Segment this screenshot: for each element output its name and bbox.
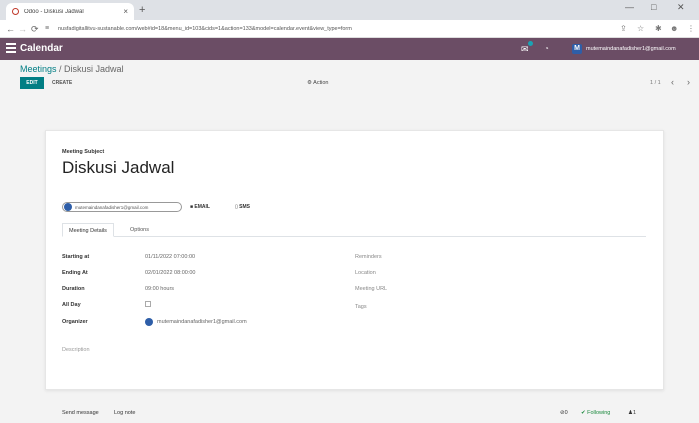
user-menu-email[interactable]: mutemaindanafadisher1@gmail.com bbox=[586, 42, 698, 56]
bookmark-star-icon[interactable]: ☆ bbox=[637, 23, 644, 35]
browser-tab-strip: Odoo - Diskusi Jadwal × + — □ ✕ bbox=[0, 0, 699, 20]
close-window-icon[interactable]: ✕ bbox=[677, 2, 685, 13]
log-note-button[interactable]: Log note bbox=[114, 409, 135, 417]
tab-options[interactable]: Options bbox=[124, 223, 155, 237]
tab-meeting-details[interactable]: Meeting Details bbox=[62, 223, 114, 237]
ending-at-label: Ending At bbox=[62, 270, 88, 276]
breadcrumb-current: Diskusi Jadwal bbox=[64, 64, 124, 74]
duration-label: Duration bbox=[62, 286, 85, 292]
form-tabs: Meeting Details Options bbox=[62, 223, 646, 237]
organizer-avatar bbox=[145, 318, 153, 326]
pager-value[interactable]: 1 / 1 bbox=[650, 77, 661, 89]
meeting-subject-title: Diskusi Jadwal bbox=[62, 158, 175, 177]
all-day-label: All Day bbox=[62, 302, 81, 308]
tags-label: Tags bbox=[355, 304, 367, 310]
followers-count: 1 bbox=[632, 410, 636, 416]
edit-button[interactable]: EDIT bbox=[20, 77, 44, 89]
site-info-icon[interactable]: ≡ bbox=[45, 23, 49, 35]
app-navbar: Calendar ✉ ◔ M mutemaindanafadisher1@gma… bbox=[0, 38, 699, 60]
following-button[interactable]: ✔ Following bbox=[581, 409, 610, 417]
ending-at-value: 02/01/2022 08:00:00 bbox=[145, 270, 196, 276]
attachments-count: 0 bbox=[564, 410, 568, 416]
user-avatar[interactable]: M bbox=[572, 44, 582, 54]
back-icon[interactable]: ← bbox=[6, 23, 15, 35]
starting-at-value: 01/11/2022 07:00:00 bbox=[145, 254, 196, 260]
extensions-icon[interactable]: ✱ bbox=[655, 23, 662, 35]
sms-button[interactable]: ▯ SMS bbox=[235, 202, 250, 212]
attendee-avatar bbox=[64, 203, 72, 211]
meeting-subject-label: Meeting Subject bbox=[62, 149, 105, 155]
browser-tab[interactable]: Odoo - Diskusi Jadwal × bbox=[6, 3, 134, 20]
action-menu-button[interactable]: ⚙ Action bbox=[307, 77, 328, 89]
organizer-label: Organizer bbox=[62, 319, 88, 325]
chat-badge bbox=[528, 41, 533, 46]
new-tab-icon[interactable]: + bbox=[139, 3, 145, 17]
apps-menu-icon[interactable] bbox=[6, 43, 16, 53]
meeting-url-label: Meeting URL bbox=[355, 286, 388, 292]
duration-value: 09:00 hours bbox=[145, 286, 175, 292]
attendee-email: mutemaindanafadisher1@gmail.com bbox=[75, 204, 149, 210]
attachments-button[interactable]: ⊘0 bbox=[560, 409, 568, 417]
description-field[interactable]: Description bbox=[62, 347, 90, 353]
profile-icon[interactable]: ☻ bbox=[670, 23, 678, 35]
organizer-value[interactable]: mutemaindanafadisher1@gmail.com bbox=[157, 318, 247, 326]
breadcrumb: Meetings / Diskusi Jadwal bbox=[20, 62, 124, 76]
address-bar: ← → ⟳ ≡ nusfadigitallitvu-sustanable.com… bbox=[0, 20, 699, 38]
odoo-favicon-icon bbox=[12, 8, 19, 15]
all-day-checkbox[interactable] bbox=[145, 301, 151, 307]
browser-tab-title: Odoo - Diskusi Jadwal bbox=[24, 8, 84, 15]
browser-menu-icon[interactable]: ⋮ bbox=[687, 23, 695, 35]
create-button[interactable]: CREATE bbox=[52, 77, 72, 89]
starting-at-label: Starting at bbox=[62, 254, 90, 260]
email-button[interactable]: ■ EMAIL bbox=[190, 202, 210, 212]
activity-clock-icon[interactable]: ◔ bbox=[544, 42, 549, 56]
location-label: Location bbox=[355, 270, 376, 276]
reload-icon[interactable]: ⟳ bbox=[31, 23, 39, 35]
maximize-icon[interactable]: □ bbox=[651, 2, 656, 12]
close-tab-icon[interactable]: × bbox=[123, 7, 128, 16]
breadcrumb-separator: / bbox=[56, 64, 65, 74]
breadcrumb-meetings[interactable]: Meetings bbox=[20, 64, 57, 74]
minimize-icon[interactable]: — bbox=[625, 2, 634, 12]
reminders-label: Reminders bbox=[355, 254, 382, 260]
share-icon[interactable]: ⇪ bbox=[620, 23, 627, 35]
forward-icon[interactable]: → bbox=[18, 23, 27, 35]
send-message-button[interactable]: Send message bbox=[62, 409, 99, 417]
url-field[interactable]: nusfadigitallitvu-sustanable.com/web#id=… bbox=[58, 23, 510, 35]
pager-prev-icon[interactable]: ‹ bbox=[671, 76, 674, 88]
app-title[interactable]: Calendar bbox=[20, 42, 63, 56]
pager-next-icon[interactable]: › bbox=[687, 76, 690, 88]
attendee-tag[interactable]: mutemaindanafadisher1@gmail.com bbox=[62, 202, 182, 212]
followers-button[interactable]: ♟1 bbox=[628, 409, 636, 417]
